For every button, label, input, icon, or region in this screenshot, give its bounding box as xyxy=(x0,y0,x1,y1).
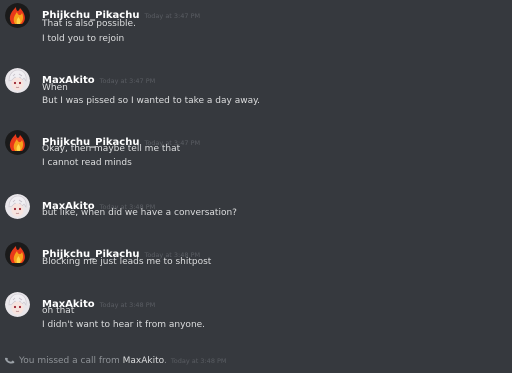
message-group: Phijkchu_Pikachu Today at 3:47 PM That is… xyxy=(0,3,512,49)
message-group: MaxAkito Today at 3:47 PM When But I was … xyxy=(0,68,512,114)
maxakito-anime-avatar[interactable] xyxy=(5,194,30,219)
maxakito-anime-avatar[interactable] xyxy=(5,292,30,317)
message-text: I didn't want to hear it from anyone. xyxy=(42,320,206,330)
message-text: I told you to rejoin xyxy=(42,34,125,44)
message-text: But I was pissed so I wanted to take a d… xyxy=(42,96,261,106)
message-group: Phijkchu_Pikachu Today at 3:47 PM Okay, t… xyxy=(0,130,512,176)
anime-character-icon xyxy=(5,68,30,93)
timestamp: Today at 3:48 PM xyxy=(170,357,227,365)
missed-call-suffix: . xyxy=(164,356,167,366)
pikachu-flame-avatar[interactable] xyxy=(5,3,30,28)
message-text: oh that xyxy=(42,306,75,316)
message-text: When xyxy=(42,83,68,93)
message-text: That is also possible. xyxy=(42,19,136,29)
pikachu-flame-avatar[interactable] xyxy=(5,242,30,267)
flame-logo-icon xyxy=(5,3,30,28)
phone-icon xyxy=(4,357,15,364)
message-text: Okay, then maybe tell me that xyxy=(42,144,181,154)
message-group: Phijkchu_Pikachu Today at 3:48 PM Blockin… xyxy=(0,242,512,274)
message-text: Blocking me just leads me to shitpost xyxy=(42,257,212,267)
timestamp: Today at 3:48 PM xyxy=(99,301,156,309)
missed-call-prefix: You missed a call from xyxy=(19,356,120,366)
pikachu-flame-avatar[interactable] xyxy=(5,130,30,155)
anime-character-icon xyxy=(5,194,30,219)
timestamp: Today at 3:47 PM xyxy=(144,12,201,20)
message-group: MaxAkito Today at 3:48 PM but like, when … xyxy=(0,194,512,226)
missed-call-text: You missed a call from MaxAkito. Today at… xyxy=(19,356,227,366)
maxakito-anime-avatar[interactable] xyxy=(5,68,30,93)
message-text: I cannot read minds xyxy=(42,158,132,168)
flame-logo-icon xyxy=(5,130,30,155)
anime-character-icon xyxy=(5,292,30,317)
timestamp: Today at 3:47 PM xyxy=(99,77,156,85)
message-group: MaxAkito Today at 3:48 PM oh that I didn'… xyxy=(0,292,512,338)
message-text: but like, when did we have a conversatio… xyxy=(42,208,237,218)
flame-logo-icon xyxy=(5,242,30,267)
caller-name[interactable]: MaxAkito xyxy=(123,356,164,366)
